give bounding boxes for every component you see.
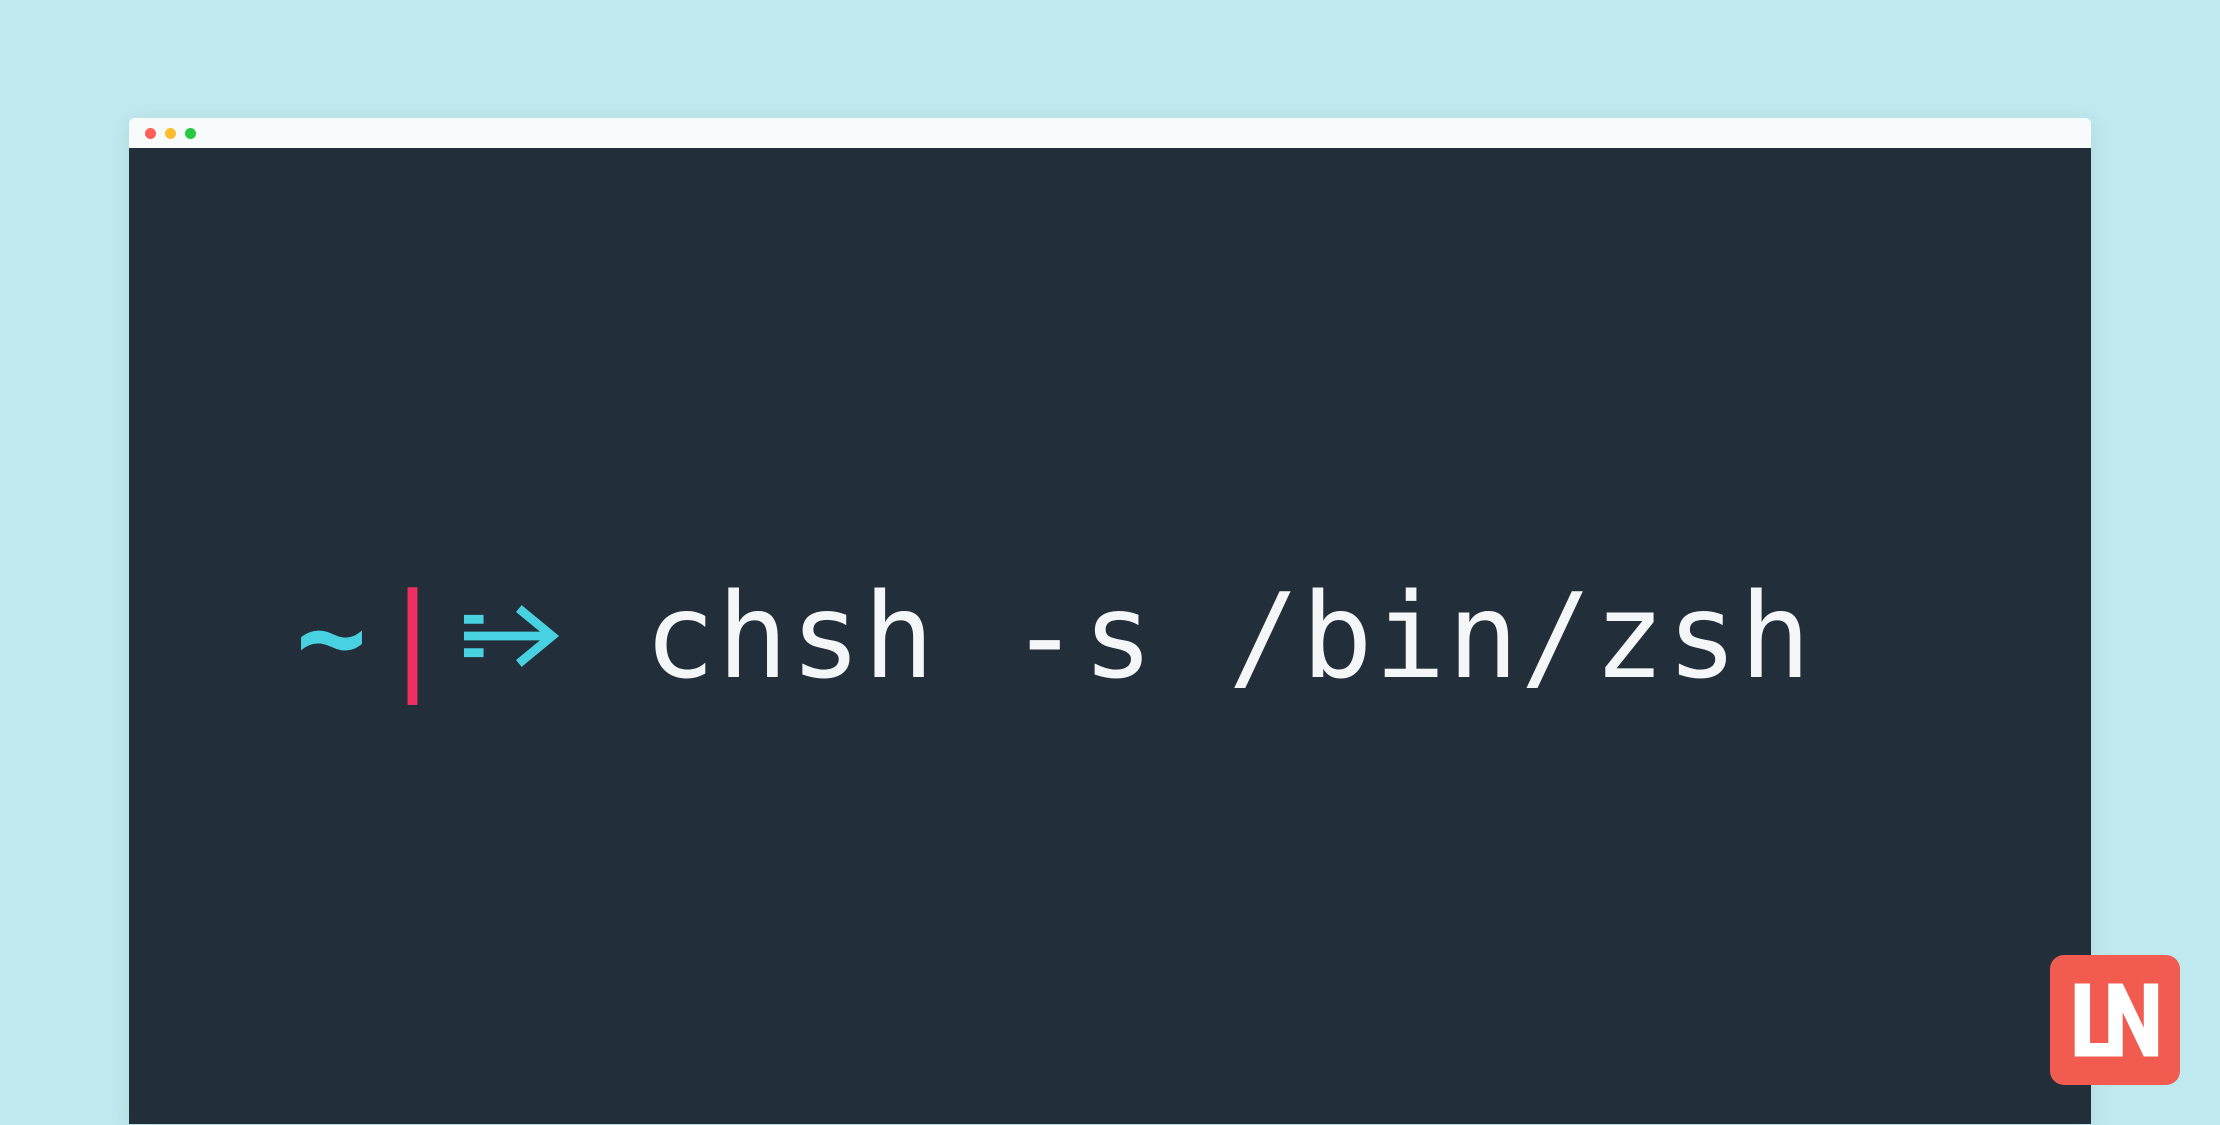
prompt-cwd: ~: [296, 577, 367, 695]
prompt-separator: |: [377, 577, 448, 695]
logo-badge: [2050, 955, 2180, 1085]
terminal-body[interactable]: ~ | chsh -s /bin/zsh: [129, 148, 2091, 1124]
prompt-arrow-icon: [462, 601, 560, 671]
minimize-button[interactable]: [165, 128, 176, 139]
close-button[interactable]: [145, 128, 156, 139]
prompt-line: ~ | chsh -s /bin/zsh: [296, 577, 1813, 695]
maximize-button[interactable]: [185, 128, 196, 139]
terminal-window: ~ | chsh -s /bin/zsh: [129, 118, 2091, 1124]
terminal-command: chsh -s /bin/zsh: [644, 577, 1813, 695]
window-title-bar: [129, 118, 2091, 148]
